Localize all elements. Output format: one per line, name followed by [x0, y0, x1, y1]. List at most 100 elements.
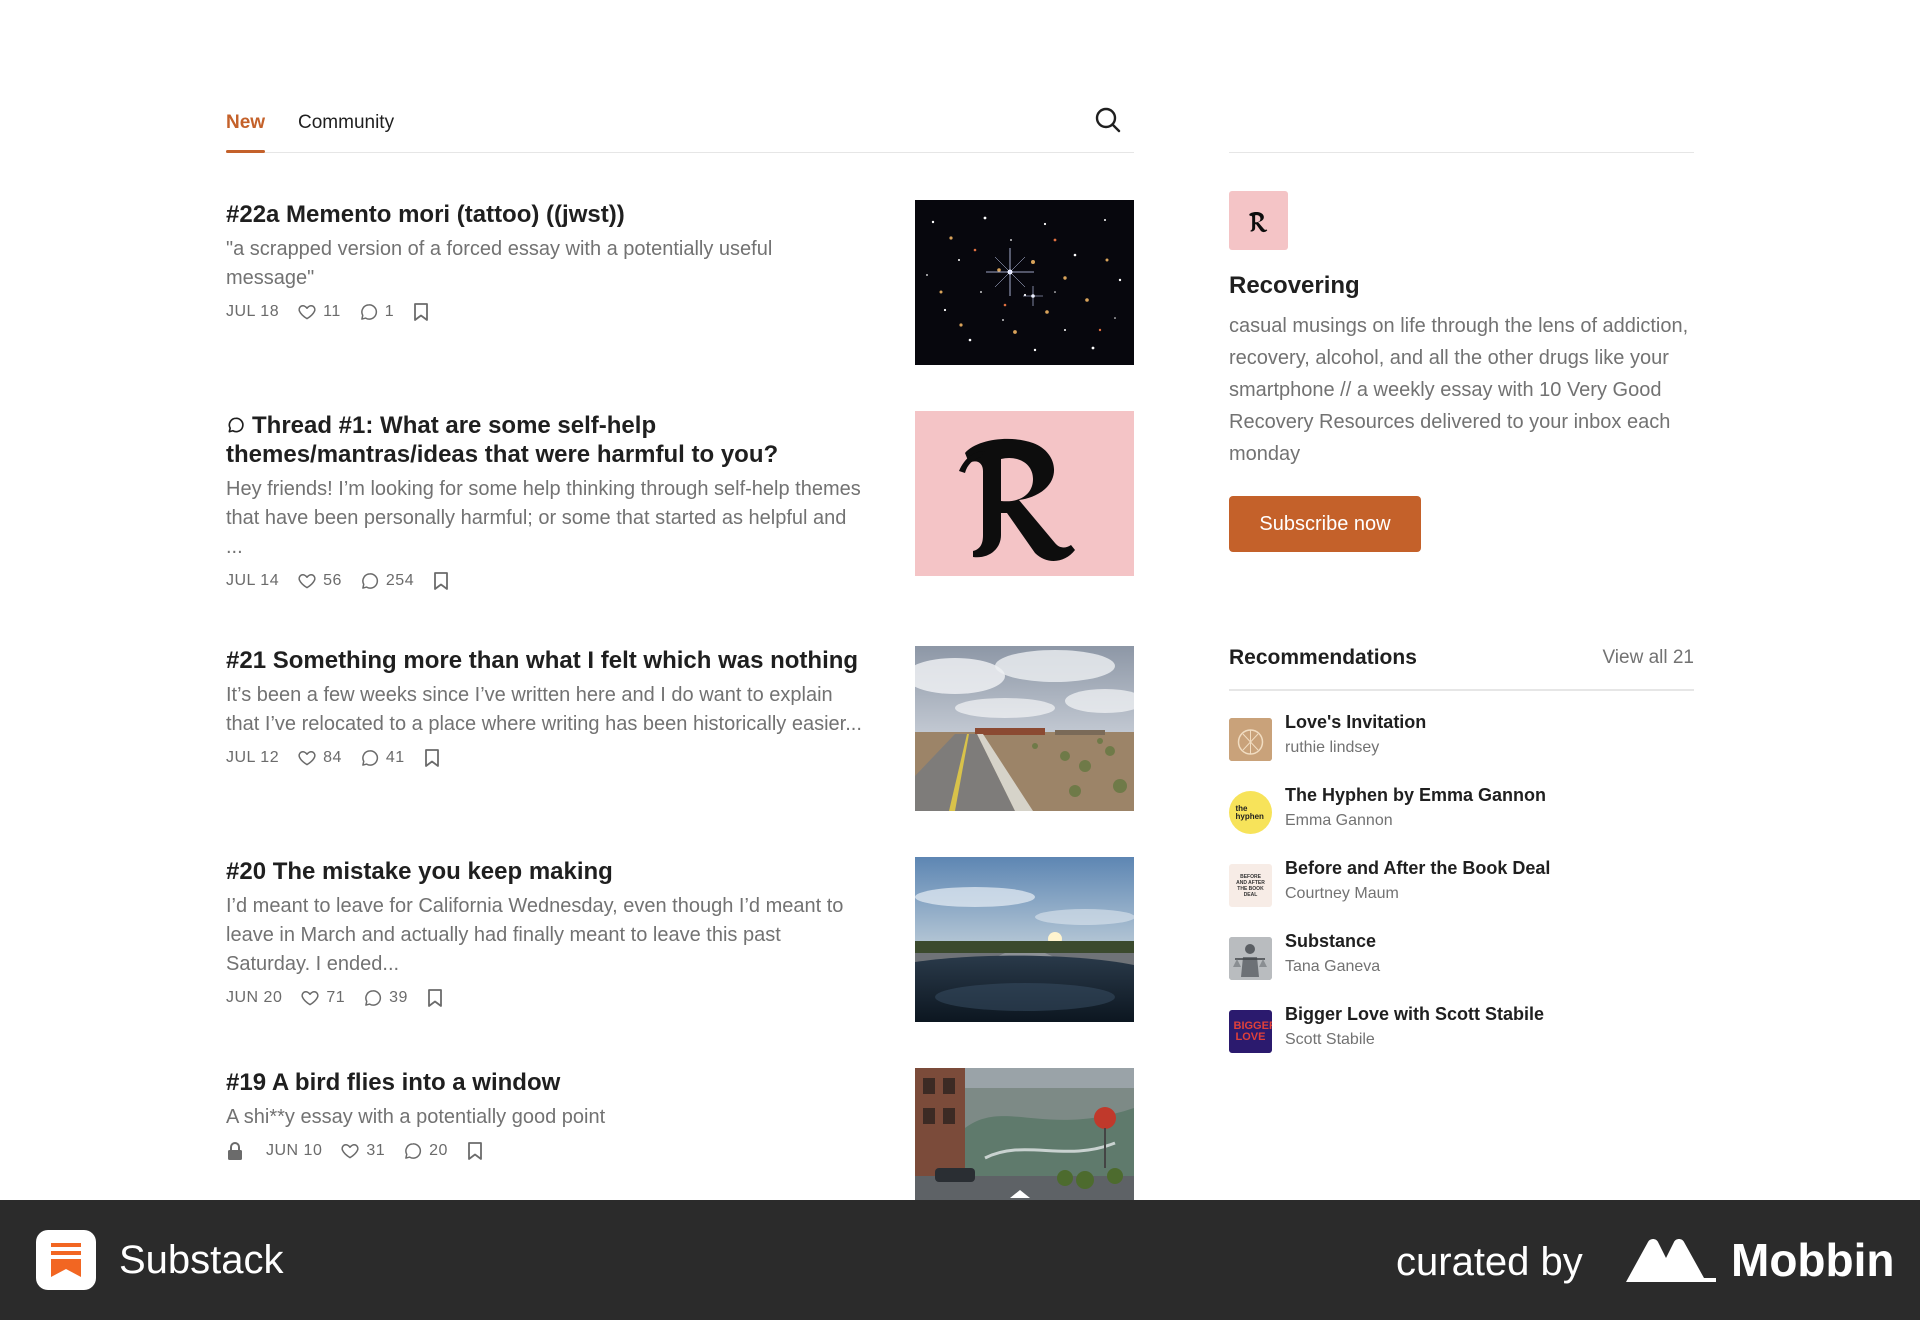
post-thumbnail-space[interactable] [915, 200, 1134, 365]
app-name: Substack [119, 1238, 284, 1282]
substance-logo [1229, 937, 1272, 980]
tab-new[interactable]: New [226, 112, 266, 153]
publication-logo[interactable] [1229, 191, 1288, 250]
comment-button[interactable]: 1 [359, 302, 394, 322]
recommendation-name: Before and After the Book Deal [1285, 858, 1551, 878]
search-icon[interactable] [1092, 104, 1124, 136]
post-subtitle: A shi**y essay with a potentially good p… [226, 1106, 606, 1128]
bookmark-icon[interactable] [426, 988, 450, 1008]
heart-icon [298, 574, 316, 589]
publication-sidebar: Recovering casual musings on life throug… [1229, 0, 1694, 1200]
post-title[interactable]: #20 The mistake you keep making [226, 857, 866, 886]
like-button[interactable]: 31 [340, 1141, 385, 1161]
post-thumbnail-logo[interactable] [915, 411, 1134, 576]
post-meta: JUL 14 56 254 [226, 570, 866, 592]
recommendation-item[interactable]: BEFORE AND AFTER THE BOOK DEAL Before an… [1229, 858, 1694, 910]
subscribe-button[interactable]: Subscribe now [1229, 496, 1421, 552]
like-button[interactable]: 11 [297, 302, 341, 322]
recommendation-author: Courtney Maum [1285, 885, 1399, 902]
hyphen-logo-text: the hyphen [1235, 803, 1264, 821]
publication-name[interactable]: Recovering [1229, 272, 1360, 300]
heart-icon [298, 305, 316, 320]
like-count: 84 [323, 749, 342, 766]
post-text: #19 A bird flies into a window A shi**y … [226, 1068, 866, 1162]
post-text: #20 The mistake you keep making I’d mean… [226, 857, 866, 1009]
comment-count: 1 [384, 303, 395, 320]
hyphen-logo: the hyphen [1229, 791, 1272, 834]
recommendation-item[interactable]: Love's Invitation ruthie lindsey [1229, 712, 1694, 764]
like-button[interactable]: 71 [300, 988, 345, 1008]
post-text: #21 Something more than what I felt whic… [226, 646, 866, 769]
post-date: JUL 18 [226, 303, 280, 320]
post-title[interactable]: #19 A bird flies into a window [226, 1068, 866, 1097]
publication-description: casual musings on life through the lens … [1229, 315, 1689, 465]
comment-button[interactable]: 20 [403, 1141, 448, 1161]
recommendations-title: Recommendations [1229, 646, 1417, 669]
post-meta: JUN 10 31 20 [226, 1140, 866, 1162]
bookmark-icon[interactable] [432, 571, 456, 591]
bigger-love-logo: BIGGER LOVE [1229, 1010, 1272, 1053]
comment-count: 254 [385, 572, 415, 589]
recommendation-author: Scott Stabile [1285, 1031, 1375, 1048]
comment-button[interactable]: 39 [363, 988, 408, 1008]
like-button[interactable]: 84 [297, 748, 342, 768]
recommendation-item[interactable]: the hyphen The Hyphen by Emma Gannon Emm… [1229, 785, 1694, 837]
post-title[interactable]: Thread #1: What are some self-help theme… [226, 411, 866, 469]
comment-icon [405, 1143, 422, 1159]
recommendation-author: ruthie lindsey [1285, 739, 1380, 756]
like-count: 31 [366, 1142, 386, 1159]
post-meta: JUL 12 84 41 [226, 747, 866, 769]
post-title-text: Thread #1: What are some self-help theme… [226, 412, 779, 468]
substack-app-icon [36, 1230, 96, 1290]
feed-tabs: New Community [226, 100, 1134, 153]
comment-button[interactable]: 41 [360, 748, 405, 768]
heart-icon [298, 751, 316, 766]
post-text: #22a Memento mori (tattoo) ((jwst)) "a s… [226, 200, 866, 323]
post-thumbnail-highway-sunset[interactable] [915, 857, 1134, 1022]
recommendation-author: Tana Ganeva [1285, 958, 1381, 975]
post-title[interactable]: #22a Memento mori (tattoo) ((jwst)) [226, 200, 866, 229]
post-subtitle: I’d meant to leave for California Wednes… [226, 895, 844, 975]
post-subtitle: Hey friends! I’m looking for some help t… [226, 478, 861, 558]
comment-count: 20 [429, 1142, 448, 1159]
comment-icon [365, 990, 382, 1006]
loves-invitation-logo [1229, 718, 1272, 761]
mobbin-brand: Mobbin [1731, 1234, 1895, 1286]
bookmark-icon[interactable] [412, 302, 436, 322]
recommendation-item[interactable]: Substance Tana Ganeva [1229, 931, 1694, 983]
comment-icon [362, 573, 379, 589]
post-date: JUN 10 [266, 1142, 323, 1159]
like-count: 71 [326, 989, 346, 1006]
mobbin-logo-icon [1626, 1238, 1716, 1287]
post-feed: New Community #22a Memento mori (tattoo)… [226, 0, 1134, 1200]
like-count: 11 [323, 303, 341, 320]
post-date: JUN 20 [226, 989, 283, 1006]
post-thumbnail-street-mural[interactable] [915, 1068, 1134, 1200]
curated-by-label: curated by [1396, 1240, 1583, 1284]
recommendation-item[interactable]: BIGGER LOVE Bigger Love with Scott Stabi… [1229, 1004, 1694, 1056]
post-title[interactable]: #21 Something more than what I felt whic… [226, 646, 866, 675]
bigger-love-logo-text: BIGGER LOVE [1233, 1019, 1273, 1043]
bookmark-icon[interactable] [466, 1141, 490, 1161]
post-meta: JUN 20 71 39 [226, 987, 866, 1009]
comment-count: 39 [389, 989, 408, 1006]
mobbin-footer: Substack curated by Mobbin [0, 1200, 1920, 1320]
comment-count: 41 [385, 749, 405, 766]
post-date: JUL 14 [226, 572, 280, 589]
recommendation-name: Love's Invitation [1285, 712, 1427, 732]
thread-icon [228, 417, 244, 433]
post-subtitle: It’s been a few weeks since I’ve written… [226, 684, 862, 735]
recommendation-name: Substance [1285, 931, 1377, 951]
post-text: Thread #1: What are some self-help theme… [226, 411, 866, 592]
comment-icon [360, 304, 377, 320]
like-button[interactable]: 56 [297, 571, 342, 591]
post-meta: JUL 18 11 1 [226, 301, 866, 323]
recommendation-author: Emma Gannon [1285, 812, 1393, 829]
post-date: JUL 12 [226, 749, 280, 766]
comment-button[interactable]: 254 [360, 571, 414, 591]
post-thumbnail-desert-road[interactable] [915, 646, 1134, 811]
view-all-link[interactable]: View all 21 [1602, 647, 1694, 669]
bookmark-icon[interactable] [423, 748, 447, 768]
book-deal-logo-text: BEFORE AND AFTER THE BOOK DEAL [1236, 873, 1265, 898]
tab-community[interactable]: Community [298, 112, 394, 134]
